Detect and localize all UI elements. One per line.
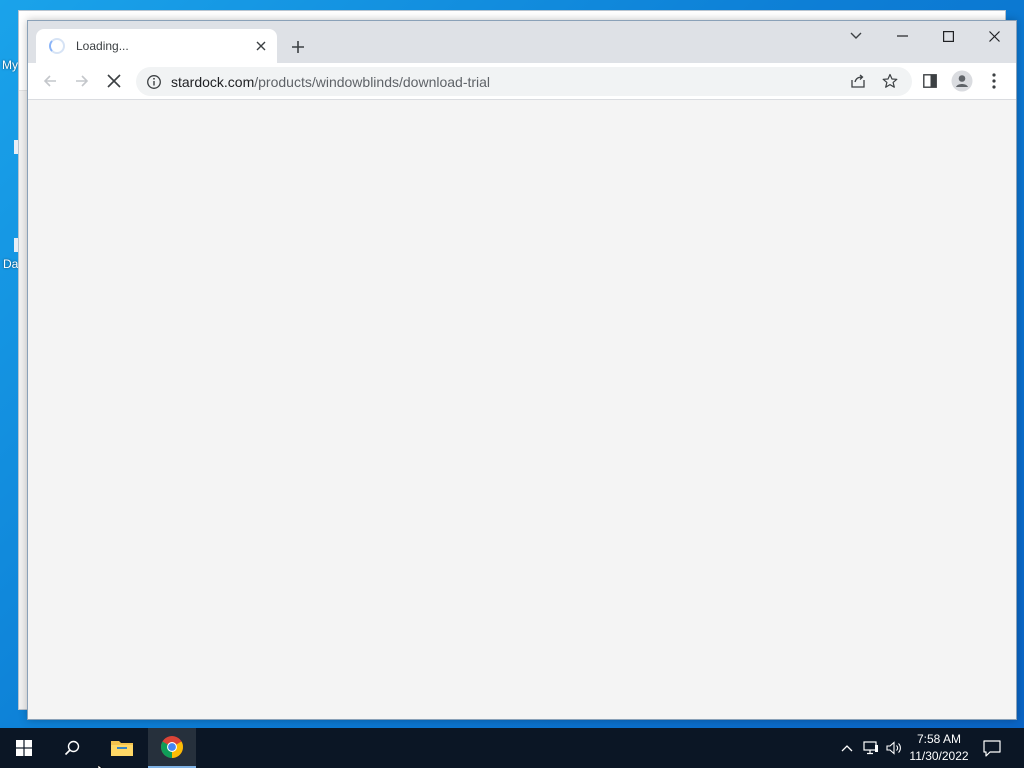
file-explorer-button[interactable]: [98, 728, 146, 768]
side-panel-icon: [923, 74, 937, 88]
minimize-button[interactable]: [879, 21, 925, 51]
new-tab-button[interactable]: [284, 35, 312, 59]
share-button[interactable]: [844, 67, 872, 95]
browser-toolbar: stardock.com/products/windowblinds/downl…: [28, 63, 1016, 100]
minimize-icon: [896, 35, 908, 37]
url-host: stardock.com: [171, 73, 255, 90]
bookmark-button[interactable]: [876, 67, 904, 95]
address-bar[interactable]: stardock.com/products/windowblinds/downl…: [136, 67, 912, 96]
stop-loading-button[interactable]: [100, 67, 128, 95]
back-button[interactable]: [36, 67, 64, 95]
tab-title: Loading...: [76, 39, 129, 53]
maximize-icon: [942, 30, 954, 42]
tab-strip: Loading...: [28, 21, 1016, 63]
system-clock[interactable]: 7:58 AM 11/30/2022: [904, 731, 974, 765]
show-hidden-icons-button[interactable]: [836, 728, 858, 768]
chrome-icon: [161, 736, 183, 758]
notification-icon: [983, 739, 1001, 757]
clock-time: 7:58 AM: [916, 732, 962, 746]
tab-close-button[interactable]: [251, 36, 271, 56]
page-content[interactable]: [28, 101, 1016, 719]
url-path: /products/windowblinds/download-trial: [254, 73, 491, 90]
more-vert-icon: [992, 73, 996, 89]
menu-button[interactable]: [980, 67, 1008, 95]
side-panel-button[interactable]: [916, 67, 944, 95]
speaker-icon: [886, 741, 901, 755]
action-center-button[interactable]: [980, 728, 1004, 768]
avatar-icon: [951, 70, 973, 92]
forward-button[interactable]: [68, 67, 96, 95]
network-button[interactable]: [860, 728, 882, 768]
chevron-down-icon: [850, 32, 862, 39]
loading-spinner-icon: [49, 38, 65, 54]
folder-icon: [111, 741, 133, 756]
arrow-right-icon: [76, 75, 89, 87]
start-button[interactable]: [0, 728, 48, 768]
search-icon: [64, 740, 80, 756]
search-button[interactable]: [48, 728, 96, 768]
chevron-up-icon: [841, 745, 853, 752]
site-info-button[interactable]: [145, 73, 163, 91]
maximize-button[interactable]: [925, 21, 971, 51]
share-icon: [851, 74, 865, 88]
profile-button[interactable]: [948, 67, 976, 95]
clock-date: 11/30/2022: [909, 749, 969, 763]
close-icon: [256, 41, 266, 51]
plus-icon: [292, 41, 304, 53]
chrome-taskbar-button[interactable]: [148, 728, 196, 768]
stop-icon: [107, 74, 121, 88]
close-window-button[interactable]: [971, 21, 1017, 51]
desktop-icon-label[interactable]: My: [2, 58, 18, 72]
browser-window: Loading... stardock.com /products/window…: [27, 20, 1017, 720]
tab-active[interactable]: Loading...: [36, 29, 277, 63]
close-icon: [988, 30, 1000, 42]
arrow-left-icon: [43, 75, 56, 87]
windows-logo-icon: [16, 740, 32, 756]
network-icon: [863, 741, 878, 755]
volume-button[interactable]: [883, 728, 905, 768]
tab-search-button[interactable]: [833, 21, 879, 51]
desktop-icon-label[interactable]: Da: [3, 257, 18, 271]
info-icon: [147, 74, 161, 89]
star-icon: [882, 73, 898, 88]
taskbar: 7:58 AM 11/30/2022: [0, 728, 1024, 768]
